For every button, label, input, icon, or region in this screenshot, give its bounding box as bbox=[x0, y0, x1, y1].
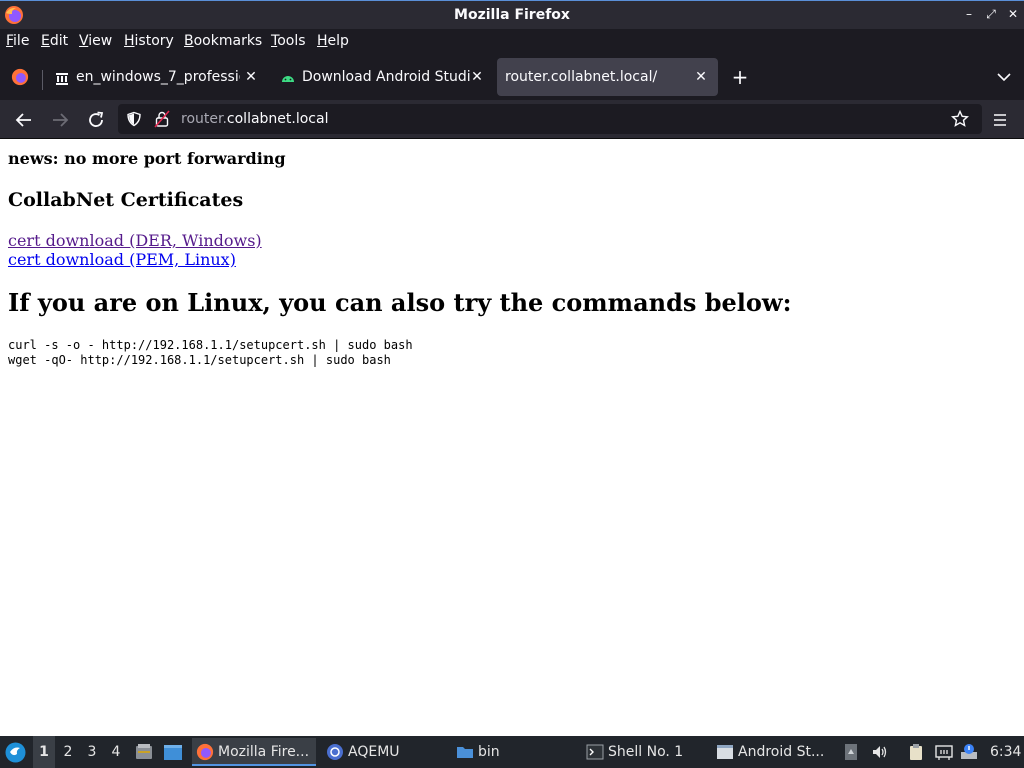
notification-info-icon[interactable] bbox=[960, 743, 978, 761]
tab-close-icon[interactable]: ✕ bbox=[694, 69, 708, 85]
task-label: Mozilla Fire... bbox=[218, 744, 310, 760]
bookmark-star-icon[interactable] bbox=[951, 110, 969, 128]
folder-icon bbox=[457, 747, 473, 758]
back-icon[interactable] bbox=[12, 108, 36, 132]
cert-download-der-link[interactable]: cert download (DER, Windows) bbox=[8, 231, 262, 250]
menu-help-mnemonic: H bbox=[317, 33, 328, 49]
menu-edit[interactable]: Edit bbox=[41, 33, 68, 49]
insecure-lock-icon[interactable] bbox=[154, 110, 170, 128]
menu-edit-mnemonic: E bbox=[41, 33, 50, 49]
tab-label: en_windows_7_professional bbox=[76, 69, 240, 85]
tab-close-icon[interactable]: ✕ bbox=[470, 69, 484, 85]
aqemu-icon bbox=[327, 744, 343, 760]
taskbar-bin-folder[interactable]: bin bbox=[452, 738, 576, 766]
wget-command: wget -qO- http://192.168.1.1/setupcert.s… bbox=[8, 353, 391, 367]
menu-tools-label: ools bbox=[277, 33, 306, 49]
volume-icon[interactable] bbox=[871, 743, 889, 761]
minimize-button[interactable]: – bbox=[960, 5, 978, 23]
menu-bookmarks[interactable]: Bookmarks bbox=[184, 33, 262, 49]
tab-android-studio[interactable]: Download Android Studio ✕ bbox=[272, 58, 492, 96]
new-tab-button[interactable]: + bbox=[730, 66, 750, 88]
workspace-4[interactable]: 4 bbox=[105, 736, 127, 768]
menu-bookmarks-mnemonic: B bbox=[184, 33, 194, 49]
menu-view-label: iew bbox=[88, 33, 113, 49]
taskbar-aqemu[interactable]: AQEMU bbox=[322, 738, 446, 766]
tab-router-collabnet[interactable]: router.collabnet.local/ ✕ bbox=[497, 58, 718, 96]
task-label: Shell No. 1 bbox=[608, 744, 684, 760]
firefox-view-icon[interactable] bbox=[11, 68, 29, 86]
firefox-icon bbox=[196, 743, 214, 761]
menu-file[interactable]: File bbox=[6, 33, 29, 49]
menu-help-label: elp bbox=[327, 33, 349, 49]
clock[interactable]: 6:34 bbox=[990, 736, 1021, 768]
taskbar-shell[interactable]: Shell No. 1 bbox=[582, 738, 706, 766]
certificates-heading: CollabNet Certificates bbox=[8, 189, 244, 211]
taskbar-android-studio[interactable]: Android St... bbox=[712, 738, 836, 766]
tab-windows-iso[interactable]: en_windows_7_professional ✕ bbox=[48, 58, 264, 96]
close-window-button[interactable]: ✕ bbox=[1004, 5, 1022, 23]
navigation-toolbar: router.collabnet.local bbox=[0, 100, 1024, 139]
url-text: router.collabnet.local bbox=[181, 111, 328, 127]
tab-close-icon[interactable]: ✕ bbox=[244, 69, 258, 85]
reload-icon[interactable] bbox=[84, 108, 108, 132]
news-banner: news: no more port forwarding bbox=[8, 149, 286, 168]
tab-separator bbox=[42, 70, 43, 90]
workspace-2[interactable]: 2 bbox=[57, 736, 79, 768]
window-title: Mozilla Firefox bbox=[454, 7, 570, 23]
curl-command: curl -s -o - http://192.168.1.1/setupcer… bbox=[8, 338, 413, 352]
taskbar-firefox[interactable]: Mozilla Fire... bbox=[192, 738, 316, 766]
menu-history-mnemonic: H bbox=[124, 33, 135, 49]
menu-history-label: istory bbox=[134, 33, 174, 49]
url-subdomain: router. bbox=[181, 111, 227, 127]
menu-bookmarks-label: ookmarks bbox=[193, 33, 263, 49]
menu-view-mnemonic: V bbox=[79, 33, 89, 49]
start-menu-icon[interactable] bbox=[5, 742, 26, 763]
terminal-icon bbox=[586, 744, 604, 760]
linux-commands-heading: If you are on Linux, you can also try th… bbox=[8, 288, 792, 317]
page-content: news: no more port forwarding CollabNet … bbox=[0, 140, 1024, 736]
maximize-button[interactable]: ⤢ bbox=[982, 5, 1000, 23]
workspace-3[interactable]: 3 bbox=[81, 736, 103, 768]
task-label: bin bbox=[478, 744, 500, 760]
url-domain: collabnet.local bbox=[226, 111, 329, 127]
network-icon[interactable] bbox=[935, 743, 953, 761]
menu-file-label: ile bbox=[13, 33, 30, 49]
menu-file-mnemonic: F bbox=[6, 33, 14, 49]
scroll-indicator-icon[interactable] bbox=[842, 743, 860, 761]
tab-label: Download Android Studio bbox=[302, 69, 470, 85]
tracking-shield-icon[interactable] bbox=[126, 111, 142, 127]
show-desktop-icon[interactable] bbox=[163, 744, 183, 761]
android-favicon-icon bbox=[282, 76, 294, 82]
menu-history[interactable]: History bbox=[124, 33, 174, 49]
tab-label: router.collabnet.local/ bbox=[505, 69, 658, 85]
menu-help[interactable]: Help bbox=[317, 33, 349, 49]
url-bar[interactable]: router.collabnet.local bbox=[118, 104, 982, 134]
forward-icon[interactable] bbox=[48, 108, 72, 132]
workspace-1[interactable]: 1 bbox=[33, 736, 55, 768]
app-menu-icon[interactable] bbox=[988, 108, 1012, 132]
task-label: AQEMU bbox=[348, 744, 400, 760]
menu-edit-label: dit bbox=[49, 33, 69, 49]
menu-tools[interactable]: Tools bbox=[271, 33, 306, 49]
menu-bar: File Edit View History Bookmarks Tools H… bbox=[0, 29, 1024, 54]
task-label: Android St... bbox=[738, 744, 825, 760]
taskbar: 1 2 3 4 Mozilla Fire... AQEMU bin Shell … bbox=[0, 736, 1024, 768]
file-manager-launcher-icon[interactable] bbox=[135, 743, 153, 761]
tab-strip: en_windows_7_professional ✕ Download And… bbox=[0, 54, 1024, 100]
archive-favicon-icon bbox=[56, 73, 68, 85]
menu-view[interactable]: View bbox=[79, 33, 112, 49]
window-icon bbox=[717, 745, 733, 759]
cert-download-pem-link[interactable]: cert download (PEM, Linux) bbox=[8, 250, 236, 269]
window-titlebar: Mozilla Firefox – ⤢ ✕ bbox=[0, 0, 1024, 29]
clipboard-icon[interactable] bbox=[907, 743, 925, 761]
list-all-tabs-icon[interactable] bbox=[996, 70, 1012, 84]
